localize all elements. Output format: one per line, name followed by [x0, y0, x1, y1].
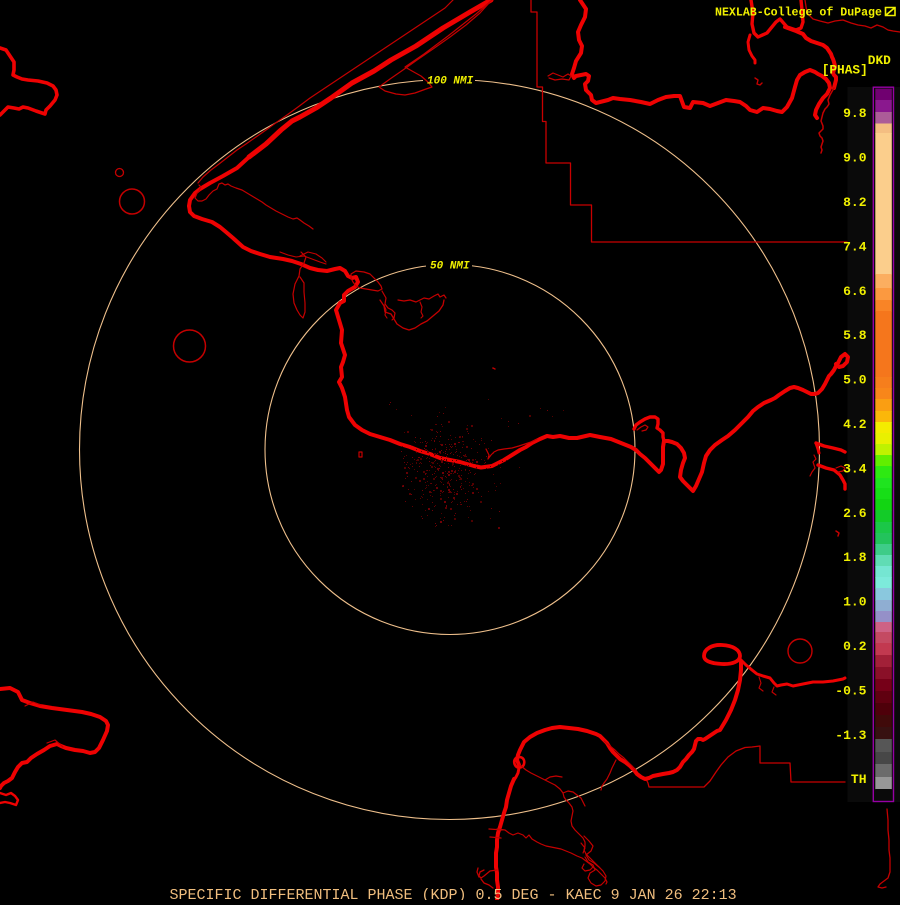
svg-text:8.2: 8.2	[843, 195, 867, 210]
svg-text:3.4: 3.4	[843, 461, 867, 476]
svg-text:1.8: 1.8	[843, 550, 867, 565]
svg-text:5.8: 5.8	[843, 328, 867, 343]
svg-text:9.8: 9.8	[843, 106, 867, 121]
svg-text:9.0: 9.0	[843, 151, 867, 166]
svg-text:100 NMI: 100 NMI	[427, 76, 474, 88]
svg-text:0.2: 0.2	[843, 639, 867, 654]
svg-text:1.0: 1.0	[843, 595, 867, 610]
svg-text:TH: TH	[851, 772, 867, 787]
svg-text:6.6: 6.6	[843, 284, 867, 299]
svg-text:SPECIFIC DIFFERENTIAL PHASE (K: SPECIFIC DIFFERENTIAL PHASE (KDP) 0.5 DE…	[170, 887, 737, 900]
svg-text:[PHAS]: [PHAS]	[822, 63, 868, 78]
svg-text:4.2: 4.2	[843, 417, 867, 432]
svg-text:50 NMI: 50 NMI	[430, 261, 470, 273]
svg-text:7.4: 7.4	[843, 239, 867, 254]
svg-text:-0.5: -0.5	[835, 683, 866, 698]
svg-text:NEXLAB-College of DuPage: NEXLAB-College of DuPage	[715, 6, 882, 19]
svg-text:-1.3: -1.3	[835, 728, 866, 743]
svg-text:2.6: 2.6	[843, 506, 867, 521]
svg-text:5.0: 5.0	[843, 373, 867, 388]
svg-text:DKD: DKD	[868, 53, 891, 68]
